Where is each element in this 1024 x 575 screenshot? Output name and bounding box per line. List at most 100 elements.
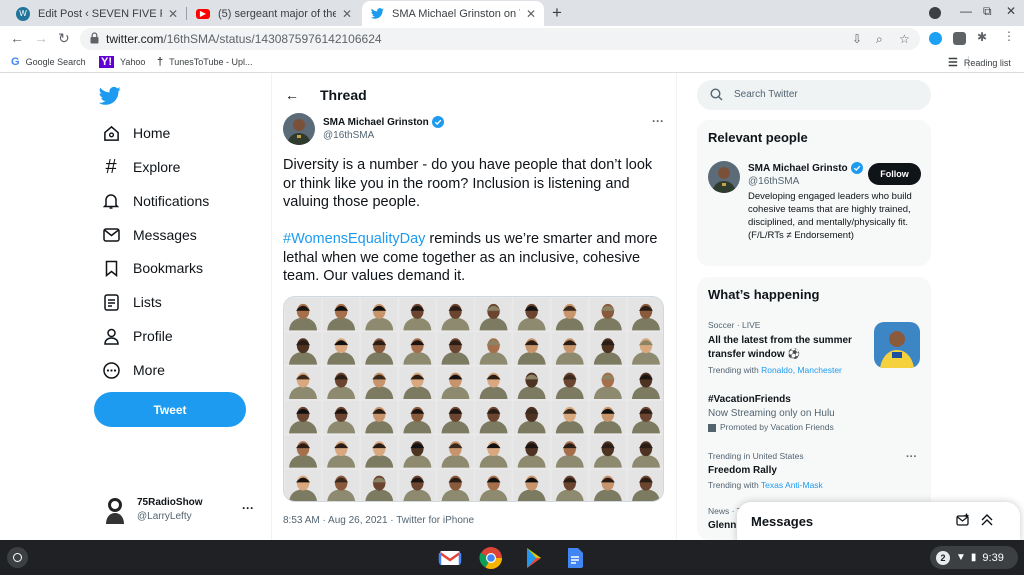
yahoo-icon: Y! bbox=[99, 56, 114, 68]
extension-icon[interactable] bbox=[953, 32, 966, 45]
soldier-portrait bbox=[627, 366, 663, 399]
new-message-icon[interactable] bbox=[956, 513, 970, 527]
nav-notifications[interactable]: Notifications bbox=[102, 189, 209, 213]
tunestotube-icon: † bbox=[157, 56, 164, 68]
tab-edit-post[interactable]: W Edit Post ‹ SEVEN FIVE RADIO — ✕ bbox=[8, 1, 186, 26]
promoted-icon bbox=[708, 423, 716, 432]
puzzle-extensions-icon[interactable]: ✱ bbox=[977, 30, 990, 44]
bookmark-tunestotube[interactable]: † TunesToTube - Upl... bbox=[157, 56, 253, 68]
bookmark-star-icon[interactable]: ☆ bbox=[899, 32, 910, 46]
soldier-portrait bbox=[551, 366, 588, 399]
launcher-icon[interactable] bbox=[7, 547, 28, 568]
whats-happening-card: What’s happening Soccer · LIVE All the l… bbox=[697, 277, 931, 540]
nav-lists[interactable]: Lists bbox=[102, 290, 162, 314]
expand-drawer-icon[interactable] bbox=[980, 513, 994, 527]
soldier-portrait bbox=[437, 366, 474, 399]
trend-item-promoted[interactable]: #VacationFriends Now Streaming only on H… bbox=[708, 393, 923, 434]
search-input[interactable]: Search Twitter bbox=[697, 80, 931, 110]
twitter-logo-icon[interactable] bbox=[99, 86, 121, 106]
skype-extension-icon[interactable] bbox=[929, 32, 942, 45]
new-tab-icon[interactable]: + bbox=[552, 3, 562, 23]
relevant-person-avatar[interactable] bbox=[708, 161, 740, 193]
install-app-icon[interactable]: ⇩ bbox=[852, 32, 862, 46]
wifi-icon: ▼ bbox=[956, 552, 966, 563]
messages-drawer[interactable]: Messages bbox=[737, 502, 1020, 542]
relevant-person-handle[interactable]: @16thSMA bbox=[748, 176, 799, 187]
close-window-icon[interactable]: ✕ bbox=[1006, 4, 1016, 18]
soldier-portrait bbox=[589, 298, 626, 331]
soldier-portrait bbox=[475, 332, 512, 365]
author-avatar[interactable] bbox=[283, 113, 315, 145]
envelope-icon bbox=[102, 226, 120, 244]
soldier-portrait bbox=[285, 435, 322, 468]
minimize-icon[interactable]: — bbox=[960, 4, 972, 18]
bookmark-icon bbox=[102, 259, 120, 277]
youtube-icon: ▶ bbox=[196, 8, 210, 19]
follow-button[interactable]: Follow bbox=[868, 163, 921, 185]
zoom-icon[interactable]: ⌕ bbox=[876, 32, 883, 47]
soldier-portrait bbox=[437, 298, 474, 331]
soldier-portrait bbox=[589, 332, 626, 365]
tweet-timestamp[interactable]: 8:53 AM · Aug 26, 2021 · Twitter for iPh… bbox=[283, 515, 474, 526]
restore-icon[interactable]: ⧉ bbox=[983, 4, 992, 19]
forward-arrow-icon[interactable]: → bbox=[34, 30, 48, 46]
relevant-person-name[interactable]: SMA Michael Grinsto bbox=[748, 162, 863, 174]
person-icon bbox=[102, 327, 120, 345]
soldier-portrait bbox=[513, 298, 550, 331]
gmail-app-icon[interactable] bbox=[438, 546, 462, 570]
soldier-portrait bbox=[285, 366, 322, 399]
author-handle[interactable]: @16thSMA bbox=[323, 130, 374, 141]
tweet-button[interactable]: Tweet bbox=[94, 392, 246, 427]
trend-thumbnail-image[interactable] bbox=[874, 322, 920, 368]
search-icon bbox=[710, 88, 723, 101]
soldier-portrait bbox=[551, 435, 588, 468]
trend-more-options-icon[interactable]: ··· bbox=[906, 451, 917, 463]
close-tab-icon[interactable]: ✕ bbox=[342, 7, 352, 21]
relevant-person-bio: Developing engaged leaders who build coh… bbox=[748, 191, 912, 241]
system-tray[interactable]: 2 ▼ ▮ 9:39 bbox=[930, 546, 1018, 569]
soldier-portrait bbox=[399, 401, 436, 434]
tweet-photo-grid[interactable] bbox=[283, 296, 664, 502]
soldier-portrait bbox=[627, 332, 663, 365]
nav-profile[interactable]: Profile bbox=[102, 324, 173, 348]
nav-explore[interactable]: # Explore bbox=[102, 155, 180, 179]
tweet-more-options-icon[interactable]: ··· bbox=[652, 114, 664, 128]
tab-youtube[interactable]: ▶ (5) sergeant major of the army - ✕ bbox=[188, 1, 360, 26]
browser-menu-icon[interactable]: ⋮ bbox=[1003, 29, 1016, 43]
bookmark-yahoo[interactable]: Y! Yahoo bbox=[99, 56, 145, 68]
tweet-paragraph: Diversity is a number - do you have peop… bbox=[283, 157, 653, 210]
reading-list-button[interactable]: ☰ Reading list bbox=[948, 56, 1011, 69]
soldier-portrait bbox=[285, 469, 322, 501]
close-tab-icon[interactable]: ✕ bbox=[526, 7, 536, 21]
tab-twitter-active[interactable]: SMA Michael Grinston on Twitter ✕ bbox=[362, 1, 544, 26]
tab-search-icon[interactable] bbox=[929, 7, 941, 19]
home-icon bbox=[102, 124, 120, 142]
whats-happening-heading: What’s happening bbox=[708, 287, 820, 302]
reload-icon[interactable]: ↻ bbox=[58, 30, 70, 47]
hashtag-icon: # bbox=[105, 155, 117, 178]
bookmark-google-search[interactable]: G Google Search bbox=[11, 56, 86, 68]
nav-home[interactable]: Home bbox=[102, 121, 170, 145]
soldier-portrait bbox=[513, 366, 550, 399]
soldier-portrait bbox=[361, 401, 398, 434]
soldier-portrait bbox=[475, 298, 512, 331]
trend-item[interactable]: Soccer · LIVE All the latest from the su… bbox=[708, 319, 868, 377]
browser-tab-strip: W Edit Post ‹ SEVEN FIVE RADIO — ✕ ▶ (5)… bbox=[0, 0, 1024, 26]
nav-more[interactable]: More bbox=[102, 358, 165, 382]
account-switcher[interactable]: 75RadioShow @LarryLefty ··· bbox=[104, 496, 264, 526]
relevant-people-card: Relevant people SMA Michael Grinsto @16t… bbox=[697, 120, 931, 266]
soldier-portrait bbox=[399, 435, 436, 468]
trend-item[interactable]: Trending in United States Freedom Rally … bbox=[708, 450, 923, 492]
address-bar[interactable]: twitter.com/16thSMA/status/1430875976142… bbox=[80, 28, 920, 50]
back-arrow-icon[interactable]: ← bbox=[285, 87, 299, 103]
author-name[interactable]: SMA Michael Grinston bbox=[323, 116, 444, 128]
nav-bookmarks[interactable]: Bookmarks bbox=[102, 256, 203, 280]
chrome-app-icon[interactable] bbox=[479, 546, 503, 570]
soldier-portrait bbox=[475, 366, 512, 399]
nav-messages[interactable]: Messages bbox=[102, 223, 197, 247]
docs-app-icon[interactable] bbox=[563, 546, 587, 570]
hashtag-link[interactable]: #WomensEqualityDay bbox=[283, 231, 425, 247]
play-store-app-icon[interactable] bbox=[522, 546, 546, 570]
back-arrow-icon[interactable]: ← bbox=[10, 30, 24, 46]
close-tab-icon[interactable]: ✕ bbox=[168, 7, 178, 21]
